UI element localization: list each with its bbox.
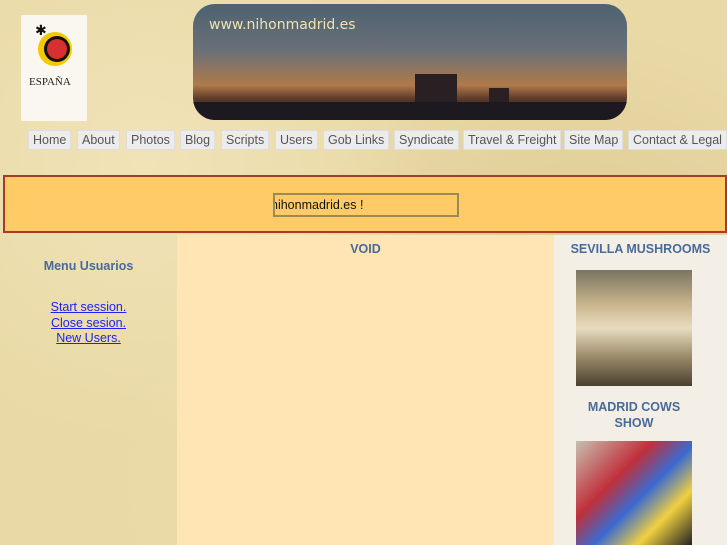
svg-text:ESPAÑA: ESPAÑA xyxy=(29,76,71,88)
madrid-cows-title: MADRID COWS SHOW xyxy=(587,400,681,430)
nav-site-map[interactable]: Site Map xyxy=(564,130,624,150)
main-content: VOID xyxy=(177,235,554,545)
madrid-cows-image[interactable] xyxy=(576,441,692,545)
marquee-bar: nihonmadrid.es ! xyxy=(3,175,727,233)
nav-photos[interactable]: Photos xyxy=(126,130,175,150)
void-title: VOID xyxy=(350,242,381,256)
nav-gob-links[interactable]: Gob Links xyxy=(323,130,390,150)
marquee-text: nihonmadrid.es ! xyxy=(273,193,459,217)
nav-scripts[interactable]: Scripts xyxy=(221,130,270,150)
nav-about[interactable]: About xyxy=(77,130,120,150)
banner-image: www.nihonmadrid.es xyxy=(193,4,627,120)
nav-contact-legal[interactable]: Contact & Legal xyxy=(628,130,727,150)
skyline xyxy=(193,102,627,120)
new-users-link[interactable]: New Users. xyxy=(0,331,177,347)
banner-url: www.nihonmadrid.es xyxy=(209,17,356,33)
sevilla-mushrooms-title: SEVILLA MUSHROOMS xyxy=(570,242,711,256)
menu-usuarios-title: Menu Usuarios xyxy=(43,259,134,273)
start-session-link[interactable]: Start session. xyxy=(0,300,177,316)
right-sidebar: SEVILLA MUSHROOMS MADRID COWS SHOW xyxy=(554,235,727,545)
nav-blog[interactable]: Blog xyxy=(180,130,216,150)
nav-users[interactable]: Users xyxy=(275,130,318,150)
left-sidebar: Menu Usuarios Start session. Close sesio… xyxy=(0,235,177,545)
nav-syndicate[interactable]: Syndicate xyxy=(394,130,459,150)
espana-logo: ✱ ESPAÑA xyxy=(21,15,87,121)
nav-travel-freight[interactable]: Travel & Freight xyxy=(463,130,562,150)
svg-text:✱: ✱ xyxy=(35,22,47,38)
close-session-link[interactable]: Close sesion. xyxy=(0,316,177,332)
nav-home[interactable]: Home xyxy=(28,130,72,150)
sevilla-mushrooms-image[interactable] xyxy=(576,270,692,386)
